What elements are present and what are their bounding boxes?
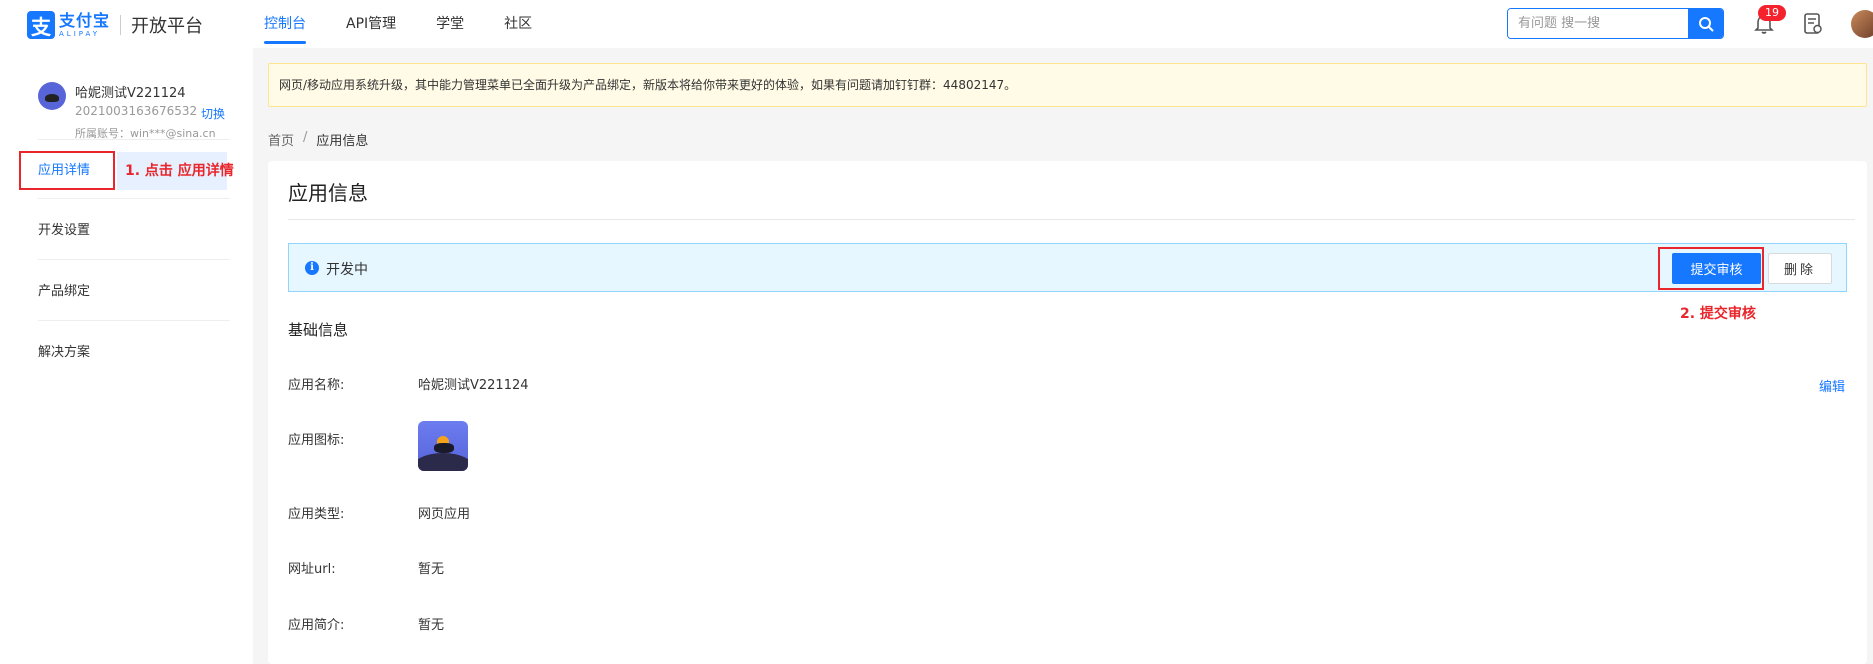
alipay-logo[interactable]: 支 支付宝 ALIPAY 开放平台 [27, 11, 203, 39]
app-info-panel: 应用信息 i 开发中 提交审核 删除 2. 提交审核 基础信息 应用名称: 哈妮… [268, 161, 1867, 664]
title-divider [288, 219, 1855, 220]
divider [38, 198, 230, 199]
divider [38, 320, 230, 321]
icon-rock [434, 443, 454, 453]
breadcrumb: 首页 / 应用信息 [268, 130, 368, 149]
alipay-logo-icon: 支 [27, 11, 55, 39]
sidebar-item-dev-settings[interactable]: 开发设置 [38, 219, 90, 238]
field-value-app-type: 网页应用 [418, 507, 471, 522]
app-id: 2021003163676532 [75, 104, 198, 118]
app-name: 哈妮测试V221124 [75, 86, 186, 101]
system-notice: 网页/移动应用系统升级，其中能力管理菜单已全面升级为产品绑定，新版本将给你带来更… [268, 63, 1867, 107]
logo-cn: 支付宝 [59, 10, 111, 30]
status-text: 开发中 [326, 262, 368, 278]
document-icon[interactable] [1802, 12, 1824, 36]
search-input[interactable] [1508, 9, 1688, 38]
field-label-app-type: 应用类型: [288, 507, 345, 522]
top-header: 支 支付宝 ALIPAY 开放平台 控制台 API管理 学堂 社区 19 [0, 0, 1873, 48]
search-button[interactable] [1688, 9, 1723, 38]
field-label-url: 网址url: [288, 562, 336, 577]
search-box [1507, 8, 1724, 39]
sidebar-item-app-details[interactable]: 应用详情 [19, 151, 115, 190]
divider [38, 139, 230, 140]
field-label-app-icon: 应用图标: [288, 433, 345, 448]
annotation-step1: 1. 点击 应用详情 [125, 163, 234, 179]
nav-api-management[interactable]: API管理 [346, 0, 396, 48]
nav-academy[interactable]: 学堂 [436, 0, 464, 48]
breadcrumb-current: 应用信息 [316, 134, 369, 149]
section-title: 基础信息 [288, 321, 349, 339]
nav-console[interactable]: 控制台 [264, 0, 306, 48]
icon-hill [418, 453, 468, 471]
divider [38, 259, 230, 260]
sidebar-item-solutions[interactable]: 解决方案 [38, 341, 90, 360]
nav-community[interactable]: 社区 [504, 0, 532, 48]
field-label-app-name: 应用名称: [288, 378, 345, 393]
logo-divider [120, 15, 122, 35]
info-icon: i [305, 261, 319, 275]
annotation-step2: 2. 提交审核 [1680, 306, 1756, 322]
field-value-app-name: 哈妮测试V221124 [418, 378, 529, 393]
notification-badge: 19 [1758, 5, 1786, 21]
field-value-url: 暂无 [418, 562, 445, 577]
status-bar: i 开发中 [288, 243, 1847, 292]
field-value-description: 暂无 [418, 618, 445, 633]
top-nav: 控制台 API管理 学堂 社区 [264, 0, 572, 48]
field-label-description: 应用简介: [288, 618, 345, 633]
search-icon [1698, 16, 1713, 31]
submit-review-button[interactable]: 提交审核 [1672, 253, 1761, 284]
sidebar-item-product-binding[interactable]: 产品绑定 [38, 280, 90, 299]
breadcrumb-separator: / [303, 130, 308, 145]
edit-link[interactable]: 编辑 [1819, 376, 1845, 395]
user-avatar-top[interactable] [1851, 10, 1873, 38]
delete-button[interactable]: 删除 [1768, 253, 1832, 284]
logo-text: 支付宝 ALIPAY [59, 10, 111, 38]
app-avatar [38, 82, 66, 110]
page-title: 应用信息 [288, 181, 368, 205]
sidebar: 哈妮测试V221124 2021003163676532 切换 所属账号：win… [0, 48, 253, 664]
switch-app-link[interactable]: 切换 [201, 105, 225, 122]
breadcrumb-home[interactable]: 首页 [268, 130, 294, 149]
app-icon-image [418, 421, 468, 471]
logo-en: ALIPAY [59, 29, 101, 38]
platform-name: 开放平台 [131, 16, 204, 37]
